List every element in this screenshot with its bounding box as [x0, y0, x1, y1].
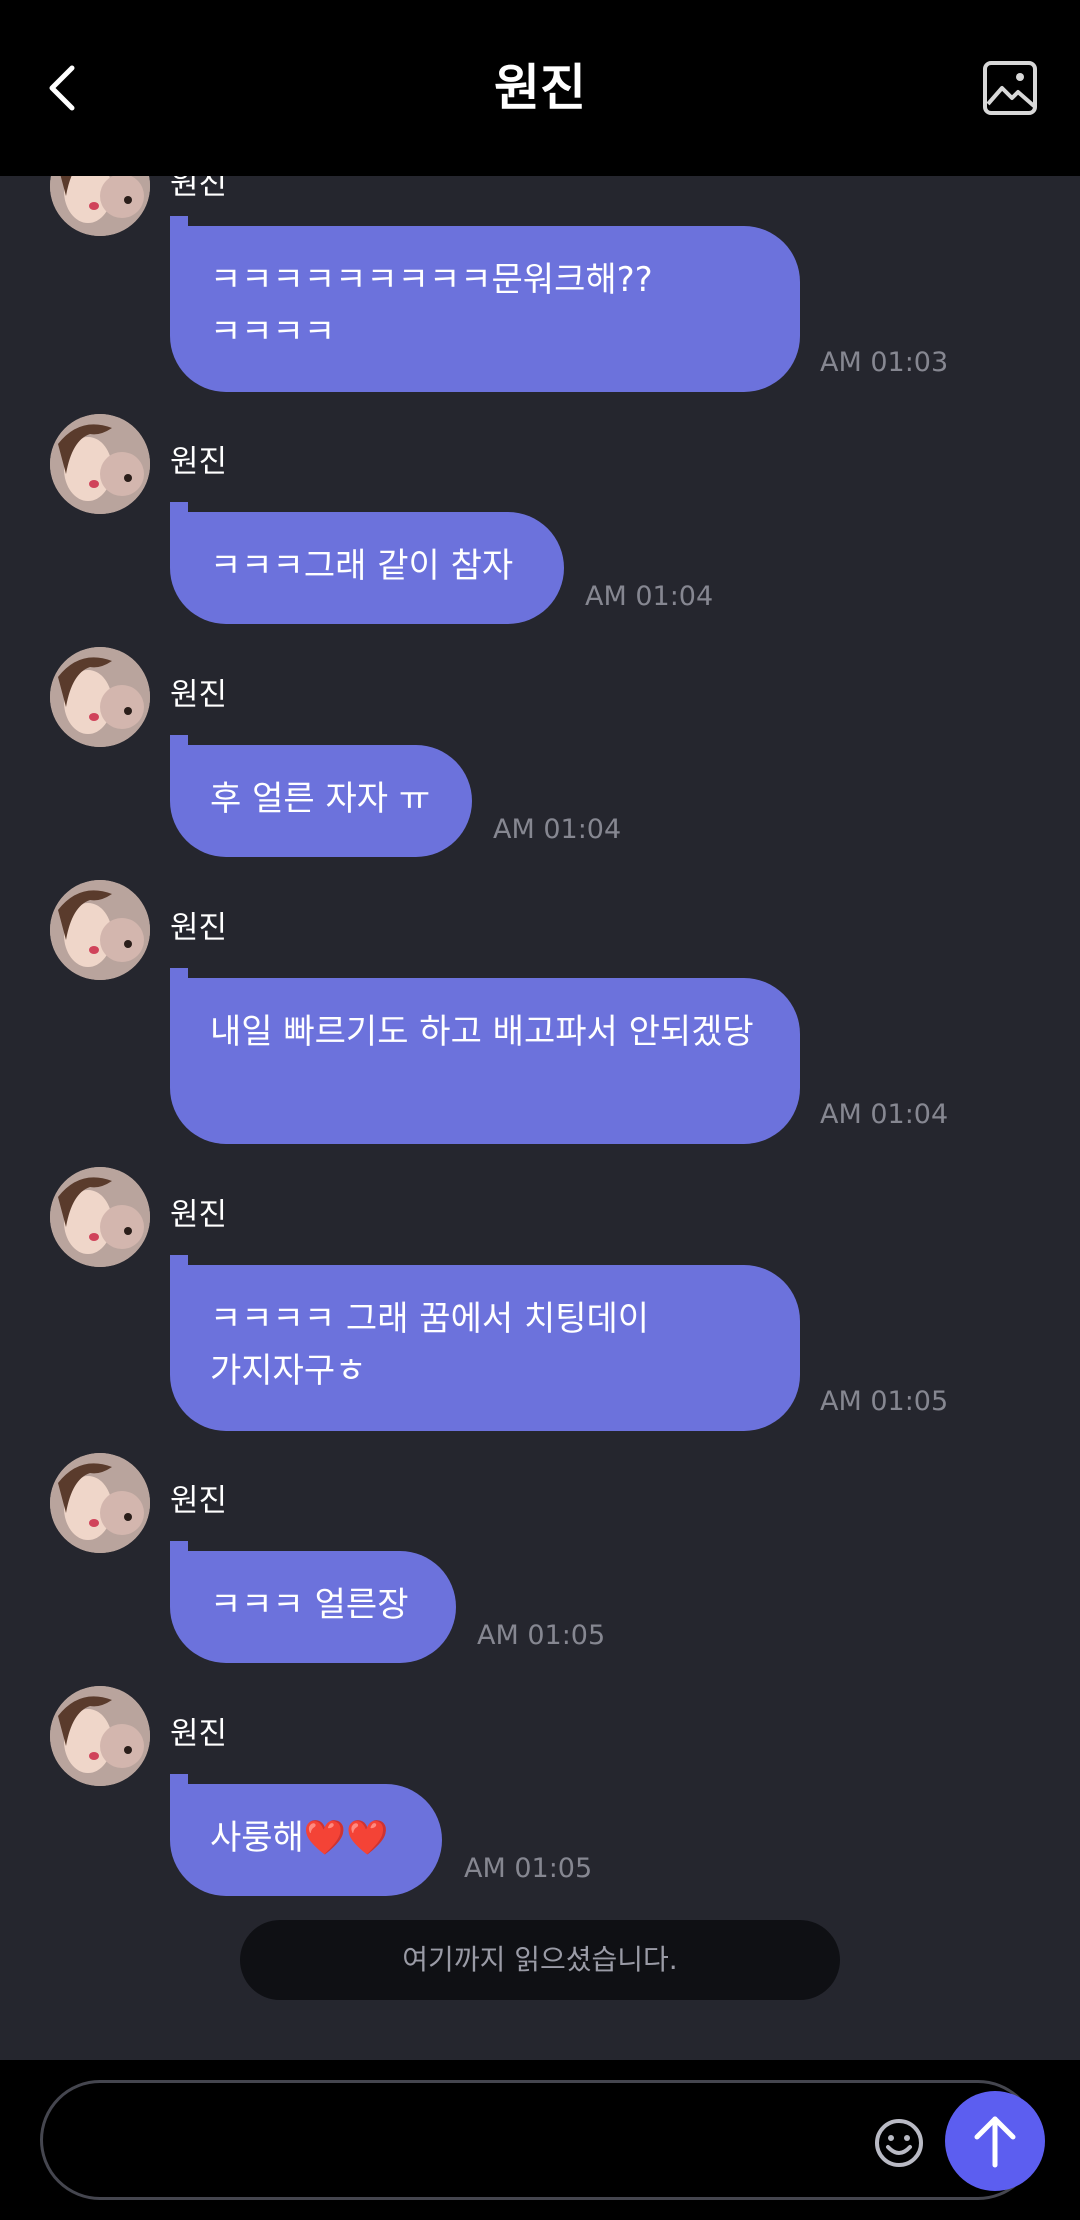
- message-time: AM 01:05: [464, 1853, 593, 1884]
- message-bubble[interactable]: 사룽해❤️❤️: [170, 1784, 442, 1896]
- avatar-photo: [50, 880, 150, 980]
- gallery-button[interactable]: [980, 58, 1040, 118]
- sender-name: 원진: [170, 1716, 228, 1752]
- composer-bar: [0, 2060, 1080, 2220]
- avatar-photo: [50, 1167, 150, 1267]
- message-bubble[interactable]: ㅋㅋㅋ 얼른장: [170, 1551, 456, 1663]
- avatar-photo: [50, 414, 150, 514]
- message-time: AM 01:03: [820, 347, 949, 378]
- sender-name: 원진: [170, 910, 228, 946]
- read-marker: 여기까지 읽으셨습니다.: [240, 1920, 840, 2000]
- avatar[interactable]: [50, 1686, 150, 1786]
- chat-header: 원진: [0, 0, 1080, 176]
- avatar[interactable]: [50, 880, 150, 980]
- message-bubble[interactable]: 후 얼른 자자 ㅠ: [170, 745, 472, 857]
- sender-name: 원진: [170, 444, 228, 480]
- message-time: AM 01:04: [493, 814, 622, 845]
- chat-screen: 원진 원진 ㅋㅋㅋㅋㅋㅋㅋㅋㅋ문워크해??ㅋㅋㅋㅋ AM 01:03 원진 ㅋㅋ…: [0, 0, 1080, 2220]
- avatar[interactable]: [50, 414, 150, 514]
- message-bubble[interactable]: ㅋㅋㅋ그래 같이 참자: [170, 512, 564, 624]
- avatar-photo: [50, 1453, 150, 1553]
- arrow-up-icon: [974, 2116, 1016, 2168]
- emoji-button[interactable]: [871, 2115, 927, 2171]
- avatar-photo: [50, 647, 150, 747]
- avatar[interactable]: [50, 176, 150, 236]
- message-bubble[interactable]: ㅋㅋㅋㅋㅋㅋㅋㅋㅋ문워크해??ㅋㅋㅋㅋ: [170, 226, 800, 392]
- sender-name: 원진: [170, 677, 228, 713]
- avatar[interactable]: [50, 1167, 150, 1267]
- message-time: AM 01:04: [585, 581, 714, 612]
- message-input[interactable]: [83, 2103, 867, 2181]
- composer-box: [40, 2080, 1045, 2200]
- avatar[interactable]: [50, 647, 150, 747]
- chat-title: 원진: [494, 59, 586, 117]
- sender-name: 원진: [170, 1483, 228, 1519]
- sender-name: 원진: [170, 176, 228, 202]
- avatar[interactable]: [50, 1453, 150, 1553]
- image-icon: [983, 61, 1037, 115]
- message-time: AM 01:05: [477, 1620, 606, 1651]
- message-time: AM 01:05: [820, 1386, 949, 1417]
- send-button[interactable]: [945, 2091, 1045, 2191]
- message-bubble[interactable]: ㅋㅋㅋㅋ 그래 꿈에서 치팅데이 가지자구ㅎ: [170, 1265, 800, 1431]
- avatar-photo: [50, 1686, 150, 1786]
- sender-name: 원진: [170, 1197, 228, 1233]
- smiley-icon: [875, 2119, 923, 2167]
- message-bubble[interactable]: 내일 빠르기도 하고 배고파서 안되겠당: [170, 978, 800, 1144]
- message-list[interactable]: 원진 ㅋㅋㅋㅋㅋㅋㅋㅋㅋ문워크해??ㅋㅋㅋㅋ AM 01:03 원진 ㅋㅋㅋ그래…: [0, 176, 1080, 2060]
- avatar-photo: [50, 176, 150, 236]
- message-time: AM 01:04: [820, 1099, 949, 1130]
